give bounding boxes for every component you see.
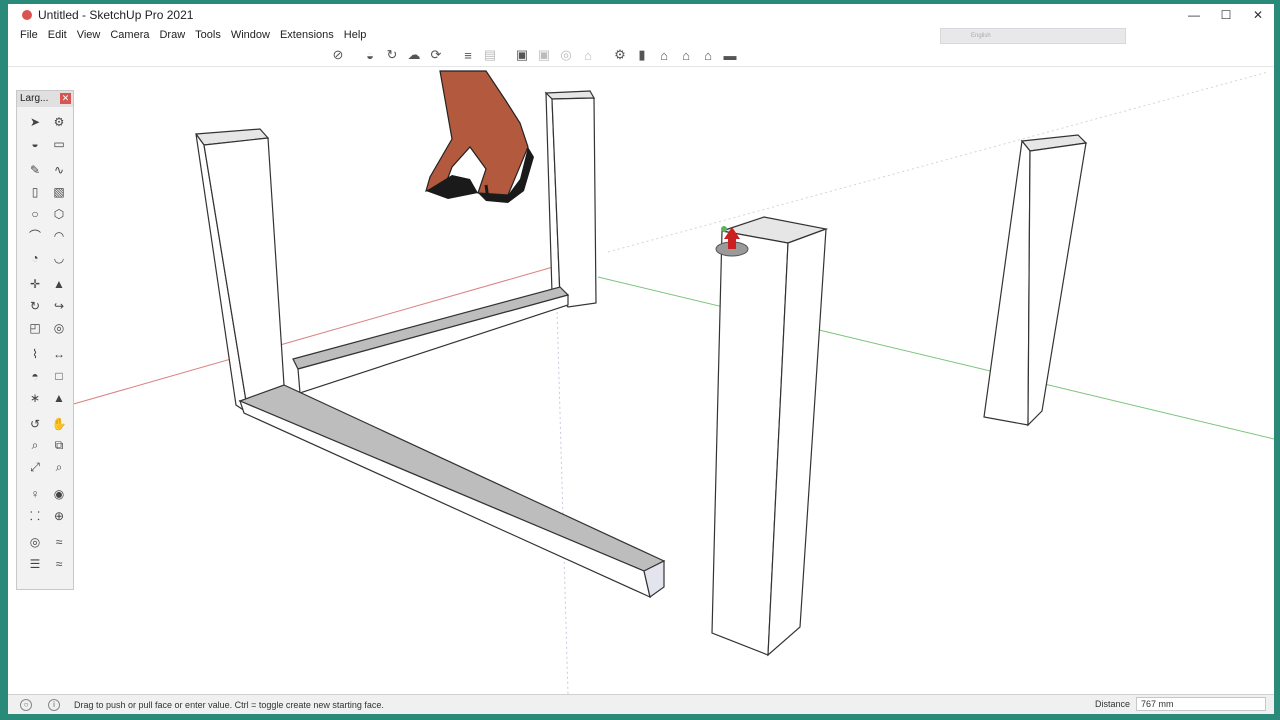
components-icon[interactable]: ⚙ — [610, 45, 630, 65]
view-iso-icon[interactable]: ▣ — [512, 45, 532, 65]
view-front-icon[interactable]: ◎ — [556, 45, 576, 65]
scale-figure — [425, 70, 534, 203]
offset-icon[interactable]: ◎ — [49, 317, 69, 338]
house-outline-icon[interactable]: ⌂ — [698, 45, 718, 65]
leg-right — [983, 134, 1088, 427]
measurement-label: Distance — [1094, 699, 1130, 709]
orbit-icon[interactable]: ↺ — [25, 413, 45, 434]
layers-2-icon[interactable]: ≈ — [49, 553, 69, 574]
view-lock-icon[interactable]: ⌂ — [578, 45, 598, 65]
position-camera-icon[interactable]: ♀ — [25, 483, 45, 504]
title-bar: Untitled - SketchUp Pro 2021 — ☐ ✕ — [8, 4, 1274, 26]
sketchup-logo-icon — [22, 10, 32, 20]
rotated-rect-icon[interactable]: ▧ — [49, 181, 69, 202]
section-fill-icon[interactable]: ▤ — [480, 45, 500, 65]
previous-view-icon[interactable]: ⌕ — [49, 457, 69, 478]
zoom-icon[interactable]: ⌕ — [25, 435, 45, 456]
walk-icon[interactable]: ⸬ — [25, 505, 45, 526]
minimize-button[interactable]: — — [1178, 4, 1210, 26]
palette-title-bar: Larg... ✕ — [17, 91, 73, 107]
rectangle-icon[interactable]: ▯ — [25, 181, 45, 202]
rotate-icon[interactable]: ⟳ — [426, 45, 446, 65]
info-icon[interactable]: i — [48, 698, 60, 711]
circle-icon[interactable]: ○ — [25, 203, 45, 224]
arc-2pt-icon[interactable]: ◠ — [49, 225, 69, 246]
zoom-window-icon[interactable]: ⧉ — [49, 435, 69, 456]
scale-icon[interactable]: ◰ — [25, 317, 45, 338]
arc-icon[interactable]: ⌒ — [25, 225, 45, 246]
pan-icon[interactable]: ✋ — [49, 413, 69, 434]
freehand-icon[interactable]: ∿ — [49, 159, 69, 180]
protractor-icon[interactable]: ◓ — [25, 365, 45, 386]
pan-icon[interactable]: ☁ — [404, 45, 424, 65]
component-icon[interactable]: ⚙ — [49, 111, 69, 132]
green-axis-line — [597, 276, 1274, 440]
view-top-icon[interactable]: ▣ — [534, 45, 554, 65]
menu-tools[interactable]: Tools — [195, 26, 221, 44]
leg-front-center — [711, 216, 829, 657]
paint-icon[interactable]: ◒ — [360, 45, 380, 65]
palette-title: Larg... — [20, 93, 49, 104]
menu-edit[interactable]: Edit — [48, 26, 67, 44]
text-icon[interactable]: □ — [49, 365, 69, 386]
maximize-button[interactable]: ☐ — [1210, 4, 1242, 26]
section-icon[interactable]: ≡ — [458, 45, 478, 65]
close-button[interactable]: ✕ — [1242, 4, 1274, 26]
layers-icon[interactable]: ☰ — [25, 553, 45, 574]
leg-back-center — [544, 90, 597, 308]
leg-back-left — [194, 128, 285, 415]
menu-camera[interactable]: Camera — [110, 26, 149, 44]
main-toolbar: ⊘ ◒ ↻ ☁ ⟳ ≡ ▤ ▣ ▣ ◎ ⌂ ⚙ ▮ ⌂ ⌂ ⌂ ▬ — [328, 44, 740, 66]
rotate-icon[interactable]: ↻ — [25, 295, 45, 316]
axes-icon[interactable]: ∗ — [25, 387, 45, 408]
house-alt-icon[interactable]: ⌂ — [676, 45, 696, 65]
status-bar: ○ i Drag to push or pull face or enter v… — [8, 694, 1274, 714]
green-axis-dotted — [607, 71, 1269, 253]
eraser-icon[interactable]: ▭ — [49, 133, 69, 154]
pencil-icon[interactable]: ✎ — [25, 159, 45, 180]
window-title: Untitled - SketchUp Pro 2021 — [38, 8, 194, 22]
measurements-box: Distance 767 mm — [1095, 697, 1266, 711]
geo-location-icon[interactable]: ○ — [20, 698, 32, 711]
drawing-viewport[interactable] — [8, 66, 1274, 694]
menu-help[interactable]: Help — [344, 26, 367, 44]
pie-icon[interactable]: ◔ — [25, 247, 45, 268]
model-scene — [62, 70, 1274, 694]
orbit-icon[interactable]: ↻ — [382, 45, 402, 65]
status-message: Drag to push or pull face or enter value… — [74, 699, 384, 710]
look-around-icon[interactable]: ◉ — [49, 483, 69, 504]
polygon-icon[interactable]: ⬡ — [49, 203, 69, 224]
push-pull-icon[interactable]: ▲ — [49, 273, 69, 294]
tape-measure-icon[interactable]: ⌇ — [25, 343, 45, 364]
3d-text-icon[interactable]: ▲ — [49, 387, 69, 408]
warehouse-icon[interactable]: ▬ — [720, 45, 740, 65]
paint-bucket-icon[interactable]: ◒ — [25, 133, 45, 154]
zoom-extents-icon[interactable]: ⤢ — [25, 457, 45, 478]
palette-close-button[interactable]: ✕ — [60, 93, 71, 104]
app-window: Untitled - SketchUp Pro 2021 — ☐ ✕ File … — [8, 4, 1274, 714]
rail-front — [238, 384, 666, 599]
measurement-input[interactable]: 767 mm — [1136, 697, 1266, 711]
arc-3pt-icon[interactable]: ◡ — [49, 247, 69, 268]
menu-view[interactable]: View — [77, 26, 101, 44]
language-bar[interactable]: English — [940, 28, 1126, 44]
large-tool-set-palette: Larg... ✕ ➤ ⚙ ◒ ▭ ✎ ∿ ▯ ▧ ○ ⬡ ⌒ ◠ ◔ ◡ ✛ … — [16, 90, 74, 590]
sandbox-icon[interactable]: ◎ — [25, 531, 45, 552]
menu-file[interactable]: File — [20, 26, 38, 44]
select-icon[interactable]: ⊘ — [328, 45, 348, 65]
section-plane-icon[interactable]: ⊕ — [49, 505, 69, 526]
rail-back — [292, 286, 570, 394]
materials-icon[interactable]: ▮ — [632, 45, 652, 65]
house-icon[interactable]: ⌂ — [654, 45, 674, 65]
menu-draw[interactable]: Draw — [159, 26, 185, 44]
dimension-icon[interactable]: ↔ — [49, 343, 69, 364]
sandbox-2-icon[interactable]: ≈ — [49, 531, 69, 552]
move-icon[interactable]: ✛ — [25, 273, 45, 294]
menu-extensions[interactable]: Extensions — [280, 26, 334, 44]
select-icon[interactable]: ➤ — [25, 111, 45, 132]
menu-window[interactable]: Window — [231, 26, 270, 44]
follow-me-icon[interactable]: ↪ — [49, 295, 69, 316]
